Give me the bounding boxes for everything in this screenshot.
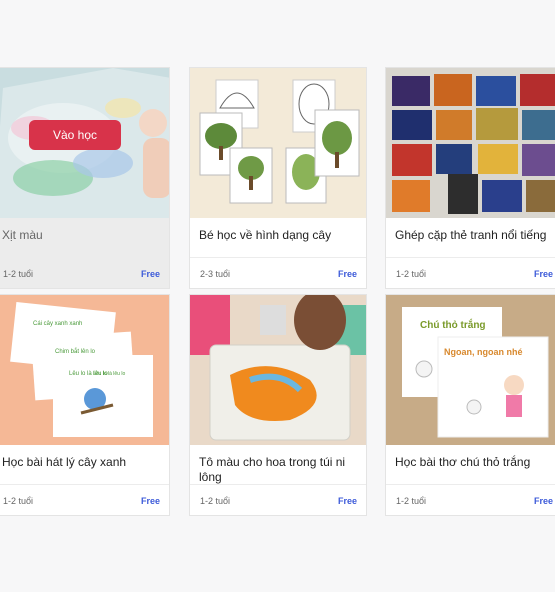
course-card-green-tree-song[interactable]: Cái cây xanh xanh Chim bắt lên lo Lêu lo… — [0, 294, 170, 516]
thumb-lyric: Chim bắt lên lo — [55, 348, 96, 355]
age-range: 1-2 tuổi — [3, 269, 34, 279]
course-title: Học bài hát lý cây xanh — [2, 455, 127, 469]
price-badge: Free — [140, 496, 160, 506]
course-title: Học bài thơ chú thỏ trắng — [395, 455, 531, 469]
price-badge: Free — [533, 269, 553, 279]
course-card-famous-paintings[interactable]: Ghép cặp thẻ tranh nổi tiếng 1-2 tuổi Fr… — [385, 67, 555, 289]
card-footer: 1-2 tuổi Free — [0, 484, 169, 515]
course-card-spray-paint[interactable]: Vào học Xịt màu 1-2 tuổi Free — [0, 67, 170, 289]
enter-lesson-button[interactable]: Vào học — [29, 120, 121, 150]
age-range: 1-2 tuổi — [3, 496, 34, 506]
price-badge: Free — [140, 269, 160, 279]
price-badge: Free — [337, 269, 357, 279]
card-footer: 1-2 tuổi Free — [0, 257, 169, 288]
course-card-bag-coloring[interactable]: Tô màu cho hoa trong túi ni lông 1-2 tuổ… — [189, 294, 367, 516]
course-thumbnail: Chú thỏ trắng Ngoan, ngoan nhé — [386, 295, 555, 445]
course-title: Tô màu cho hoa trong túi ni lông — [199, 455, 346, 484]
course-thumbnail — [190, 68, 366, 218]
course-card-tree-shapes[interactable]: Bé học về hình dạng cây 2-3 tuổi Free — [189, 67, 367, 289]
course-thumbnail — [190, 295, 366, 445]
course-title: Bé học về hình dạng cây — [199, 228, 332, 242]
age-range: 1-2 tuổi — [200, 496, 231, 506]
age-range: 1-2 tuổi — [396, 269, 427, 279]
course-title: Ghép cặp thẻ tranh nổi tiếng — [395, 228, 547, 242]
thumb-lyric: Cái cây xanh xanh — [33, 321, 82, 327]
age-range: 2-3 tuổi — [200, 269, 231, 279]
course-card-white-rabbit-poem[interactable]: Chú thỏ trắng Ngoan, ngoan nhé Học bài t… — [385, 294, 555, 516]
card-footer: 1-2 tuổi Free — [386, 484, 555, 515]
thumb-poem-title: Chú thỏ trắng — [420, 318, 486, 331]
course-thumbnail — [386, 68, 555, 218]
thumb-lyric: Lêu lo là lêu lo — [93, 371, 125, 377]
course-thumbnail: Cái cây xanh xanh Chim bắt lên lo Lêu lo… — [0, 295, 169, 445]
card-footer: 1-2 tuổi Free — [190, 484, 366, 515]
price-badge: Free — [533, 496, 553, 506]
card-footer: 2-3 tuổi Free — [190, 257, 366, 288]
course-title: Xịt màu — [2, 228, 43, 242]
thumb-poem-line: Ngoan, ngoan nhé — [444, 347, 523, 357]
age-range: 1-2 tuổi — [396, 496, 427, 506]
price-badge: Free — [337, 496, 357, 506]
card-footer: 1-2 tuổi Free — [386, 257, 555, 288]
course-thumbnail: Vào học — [0, 68, 169, 218]
